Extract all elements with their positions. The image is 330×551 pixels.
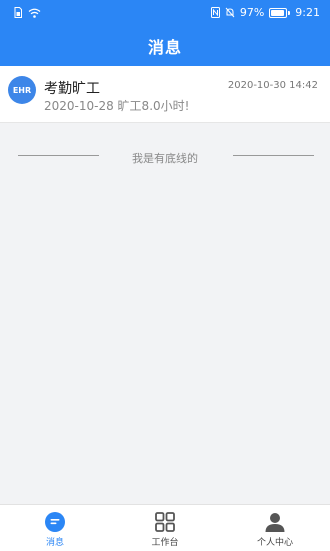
message-time: 2020-10-30 14:42 xyxy=(227,80,318,91)
page-title: 消息 xyxy=(147,38,182,57)
sim-icon xyxy=(14,7,22,18)
nfc-icon xyxy=(210,7,220,18)
person-icon xyxy=(265,513,285,532)
avatar: EHR xyxy=(8,76,36,104)
tab-label: 个人中心 xyxy=(256,538,293,548)
header-bar: 97% 9:21 消息 xyxy=(0,0,330,66)
message-subtitle: 2020-10-28 旷工8.0小时! xyxy=(44,99,190,113)
tab-messages[interactable]: 消息 xyxy=(0,505,110,551)
grid-icon xyxy=(155,512,175,532)
tab-profile[interactable]: 个人中心 xyxy=(220,505,330,551)
tab-bar: 消息 工作台 个人中心 xyxy=(0,504,330,551)
status-bar: 97% 9:21 xyxy=(0,0,330,28)
wifi-icon xyxy=(28,8,41,18)
message-icon xyxy=(45,512,65,532)
end-of-list-text: 我是有底线的 xyxy=(132,152,198,165)
clock: 9:21 xyxy=(295,6,320,19)
tab-label: 消息 xyxy=(45,538,64,548)
message-title: 考勤旷工 xyxy=(44,81,100,97)
battery-icon xyxy=(269,7,291,18)
tab-workbench[interactable]: 工作台 xyxy=(110,505,220,551)
tab-label: 工作台 xyxy=(151,538,179,548)
message-item[interactable]: EHR 考勤旷工 2020-10-30 14:42 2020-10-28 旷工8… xyxy=(0,66,330,123)
mute-icon xyxy=(225,7,235,18)
battery-percent: 97% xyxy=(239,6,265,19)
